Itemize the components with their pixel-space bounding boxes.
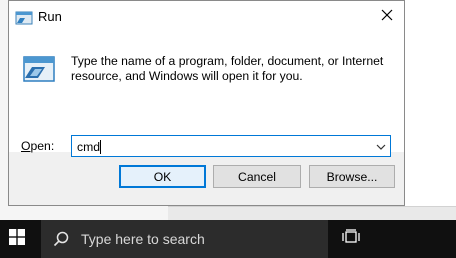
search-icon bbox=[53, 231, 69, 247]
open-input[interactable]: cmd bbox=[77, 139, 102, 154]
taskbar-search-box[interactable]: Type here to search bbox=[41, 220, 328, 258]
open-label: Open: bbox=[21, 139, 54, 153]
cancel-button[interactable]: Cancel bbox=[213, 165, 301, 188]
open-label-text: pen: bbox=[30, 139, 55, 153]
description-line-1: Type the name of a program, folder, docu… bbox=[71, 54, 384, 68]
background-panel bbox=[404, 0, 456, 220]
task-view-button[interactable] bbox=[336, 220, 366, 258]
open-input-value: cmd bbox=[77, 140, 101, 154]
dialog-titlebar[interactable]: Run bbox=[9, 1, 404, 33]
taskbar: Type here to search bbox=[0, 220, 456, 258]
run-program-icon bbox=[23, 55, 55, 83]
close-button[interactable] bbox=[370, 1, 404, 33]
search-placeholder: Type here to search bbox=[81, 231, 205, 247]
task-view-icon bbox=[342, 228, 360, 250]
dialog-title: Run bbox=[38, 9, 62, 24]
dialog-content: Type the name of a program, folder, docu… bbox=[9, 33, 404, 157]
background-lower-panel bbox=[168, 206, 456, 221]
dropdown-button[interactable] bbox=[374, 139, 388, 153]
dialog-description: Type the name of a program, folder, docu… bbox=[71, 54, 391, 84]
chevron-down-icon bbox=[376, 137, 386, 155]
open-combobox[interactable]: cmd bbox=[71, 135, 391, 157]
description-line-2: resource, and Windows will open it for y… bbox=[71, 69, 303, 83]
ok-button[interactable]: OK bbox=[119, 165, 206, 188]
start-button[interactable] bbox=[0, 220, 34, 258]
close-icon bbox=[381, 8, 393, 26]
windows-icon bbox=[9, 228, 25, 250]
browse-button[interactable]: Browse... bbox=[309, 165, 395, 188]
run-icon bbox=[15, 11, 33, 25]
run-dialog: Run Type the name of a program, folder, … bbox=[8, 0, 405, 206]
text-caret bbox=[100, 140, 102, 154]
